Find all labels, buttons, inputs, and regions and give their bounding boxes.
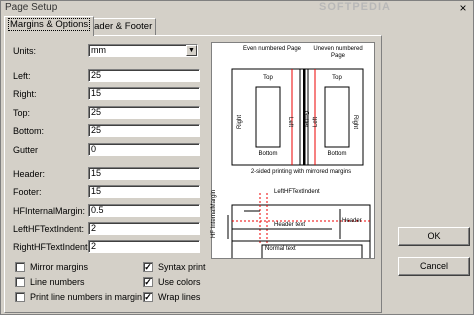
bottom-label: Bottom:: [13, 126, 45, 136]
checkbox-box: [15, 277, 25, 287]
left-margin-input[interactable]: 25: [88, 69, 200, 82]
chevron-down-icon[interactable]: ▼: [186, 45, 197, 56]
hf-internal-margin-input[interactable]: 0.5: [88, 204, 200, 217]
check-icon: ✓: [143, 277, 153, 287]
preview-even-label: Even numbered Page: [242, 46, 302, 52]
preview-uneven-label: Uneven numbered Page: [313, 46, 363, 59]
right-label: Right:: [13, 89, 37, 99]
top-margin-input[interactable]: 25: [88, 106, 200, 119]
preview-bottom-right: Bottom: [327, 151, 347, 157]
preview-caption: 2-sided printing with mirrored margins: [250, 169, 352, 175]
preview-right-uneven: Right: [352, 114, 359, 130]
footer-label: Footer:: [13, 187, 42, 197]
cancel-button[interactable]: Cancel: [398, 257, 470, 276]
preview-hf-internal-margin: HF InternalMargin: [211, 189, 218, 239]
bottom-margin-input[interactable]: 25: [88, 124, 200, 137]
close-icon[interactable]: ×: [455, 2, 471, 15]
header-label: Header:: [13, 169, 46, 179]
units-select[interactable]: mm ▼: [88, 44, 198, 57]
check-icon: ✓: [143, 292, 153, 302]
page-setup-dialog: Page Setup SOFTPEDIA × Margins & Options…: [0, 0, 474, 315]
tab-margins-options[interactable]: Margins & Options: [4, 16, 95, 36]
mirror-margins-checkbox[interactable]: Mirror margins: [15, 262, 88, 272]
preview-header-label: Header: [342, 218, 362, 224]
left-label: Left:: [13, 71, 31, 81]
checkbox-label: Print line numbers in margin: [30, 292, 143, 302]
preview-right-even: Right: [237, 114, 244, 130]
window-title: Page Setup: [5, 2, 58, 13]
margin-preview: Even numbered Page Uneven numbered Page …: [211, 42, 375, 259]
title-bar: Page Setup SOFTPEDIA ×: [1, 1, 473, 15]
header-input[interactable]: 15: [88, 167, 200, 180]
wrap-lines-checkbox[interactable]: ✓ Wrap lines: [143, 292, 200, 302]
preview-left-even: Left: [287, 116, 294, 128]
gutter-label: Gutter: [13, 145, 39, 155]
checkbox-label: Use colors: [158, 277, 201, 287]
preview-gutter-label: Gutter: [302, 110, 309, 128]
checkbox-box: [15, 292, 25, 302]
checkbox-label: Wrap lines: [158, 292, 201, 302]
hf-internal-margin-label: HFInternalMargin:: [13, 206, 86, 216]
gutter-input[interactable]: 0: [88, 143, 200, 156]
preview-normal-text: Normal text: [265, 246, 296, 252]
checkbox-label: Line numbers: [30, 277, 85, 287]
units-label: Units:: [13, 46, 37, 56]
preview-left-hf-indent: LeftHFTextIndent: [274, 189, 320, 195]
syntax-print-checkbox[interactable]: ✓ Syntax print: [143, 262, 206, 272]
preview-bottom-left: Bottom: [258, 151, 278, 157]
left-hf-text-indent-label: LeftHFTextIndent:: [13, 224, 85, 234]
checkbox-label: Syntax print: [158, 262, 206, 272]
top-label: Top:: [13, 108, 31, 118]
line-numbers-checkbox[interactable]: Line numbers: [15, 277, 85, 287]
checkbox-box: [15, 262, 25, 272]
preview-top-right: Top: [332, 75, 342, 81]
checkbox-label: Mirror margins: [30, 262, 89, 272]
preview-left-uneven: Left: [313, 116, 320, 128]
check-icon: ✓: [143, 262, 153, 272]
right-hf-text-indent-label: RightHFTextIndent:: [13, 242, 91, 252]
watermark: SOFTPEDIA: [319, 1, 391, 13]
ok-button[interactable]: OK: [398, 227, 470, 246]
units-value: mm: [91, 45, 106, 55]
use-colors-checkbox[interactable]: ✓ Use colors: [143, 277, 201, 287]
preview-top-left: Top: [263, 75, 273, 81]
tab-label: Margins & Options: [8, 18, 91, 31]
preview-header-text: Header text: [274, 222, 306, 228]
right-margin-input[interactable]: 15: [88, 87, 200, 100]
print-line-numbers-in-margin-checkbox[interactable]: Print line numbers in margin: [15, 292, 142, 302]
right-hf-text-indent-input[interactable]: 2: [88, 240, 200, 253]
footer-input[interactable]: 15: [88, 185, 200, 198]
left-hf-text-indent-input[interactable]: 2: [88, 222, 200, 235]
